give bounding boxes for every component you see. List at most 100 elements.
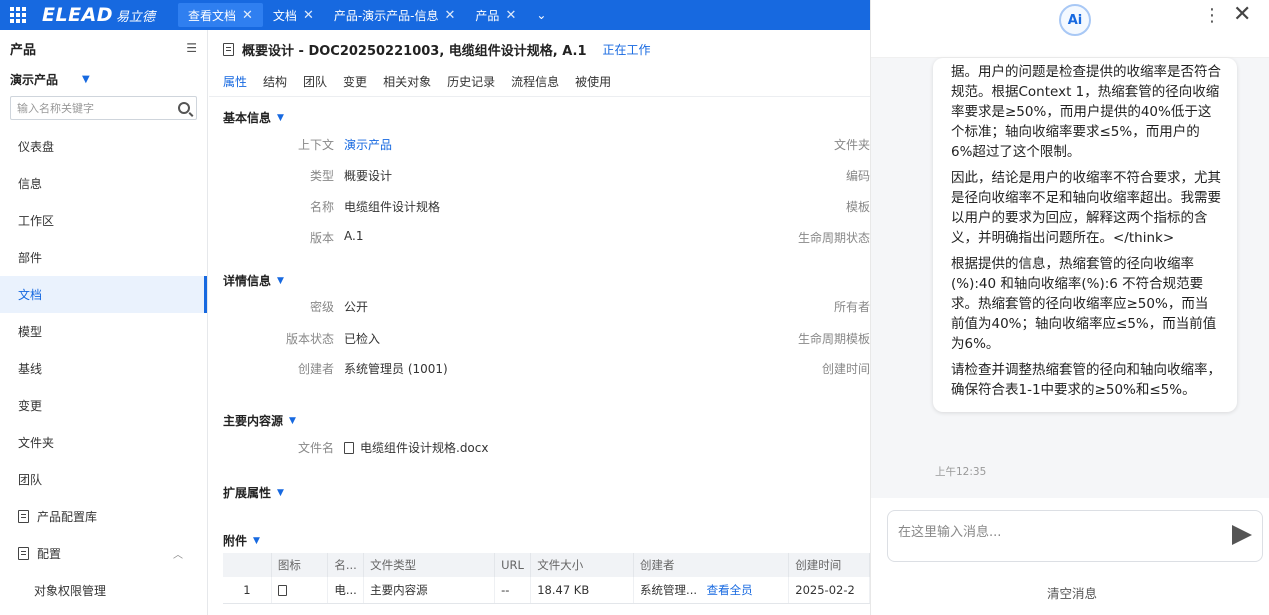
sidebar-item-baselines[interactable]: 基线 — [0, 350, 207, 387]
clear-messages-button[interactable]: 清空消息 — [1047, 583, 1097, 602]
file-icon — [277, 584, 287, 596]
document-icon — [18, 510, 29, 523]
column-header[interactable]: 名... — [327, 553, 365, 577]
field-label: 密级 — [309, 300, 334, 314]
status-badge: 正在工作 — [602, 43, 651, 57]
apps-grid-icon[interactable] — [0, 0, 36, 30]
close-icon[interactable]: ✕ — [242, 8, 253, 23]
tab-view-document[interactable]: 查看文档 ✕ — [178, 3, 263, 27]
field-value: 已检入 — [344, 332, 381, 346]
row-name[interactable]: 电... — [327, 577, 365, 604]
message-input-placeholder: 在这里输入消息... — [898, 525, 1002, 540]
tab-related-objects[interactable]: 相关对象 — [383, 73, 431, 98]
ai-logo-icon: Ai — [1059, 4, 1091, 36]
tab-label: 文档 — [272, 8, 297, 23]
tab-documents[interactable]: 文档 ✕ — [263, 0, 324, 30]
sidebar-item-product-config-library[interactable]: 产品配置库 — [0, 498, 207, 535]
column-header[interactable]: 文件大小 — [530, 553, 635, 577]
ai-assistant-panel: Ai ⋮ ✕ 据。用户的问题是检查提供的收缩率是否符合规范。根据Context … — [870, 0, 1269, 615]
assistant-message: 据。用户的问题是检查提供的收缩率是否符合规范。根据Context 1，热缩套管的… — [933, 58, 1237, 412]
column-header[interactable]: 文件类型 — [363, 553, 496, 577]
chevron-down-icon[interactable]: ⌄ — [526, 0, 556, 30]
field-name: 名称 电缆组件设计规格 — [209, 198, 440, 215]
close-icon[interactable]: ✕ — [445, 8, 456, 23]
chevron-down-icon: ▼ — [277, 112, 284, 123]
tab-workflow[interactable]: 流程信息 — [511, 73, 559, 98]
field-value: 概要设计 — [344, 169, 393, 183]
field-file-name: 文件名 电缆组件设计规格.docx — [209, 439, 489, 456]
column-header[interactable]: URL — [494, 553, 532, 577]
tab-team[interactable]: 团队 — [303, 73, 327, 98]
document-icon — [18, 547, 29, 560]
field-value: 公开 — [344, 300, 369, 314]
brand-logo[interactable]: ELEAD 易立德 — [36, 0, 178, 30]
tab-structure[interactable]: 结构 — [263, 73, 287, 98]
column-header[interactable]: 图标 — [271, 553, 329, 577]
message-paragraph: 请检查并调整热缩套管的径向和轴向收缩率，确保符合表1-1中要求的≥50%和≤5%… — [951, 362, 1221, 398]
sidebar-item-documents[interactable]: 文档 — [0, 276, 207, 313]
field-version-state: 版本状态 已检入 — [209, 330, 380, 347]
sidebar-item-workspace[interactable]: 工作区 — [0, 202, 207, 239]
chevron-up-icon[interactable]: ︿ — [173, 546, 183, 561]
field-label: 版本 — [309, 231, 334, 245]
collapse-sidebar-icon[interactable]: ☰ — [186, 41, 197, 55]
sidebar-item-config[interactable]: 配置 ︿ — [0, 535, 207, 572]
chat-area: 据。用户的问题是检查提供的收缩率是否符合规范。根据Context 1，热缩套管的… — [871, 58, 1269, 498]
field-value: A.1 — [344, 229, 364, 243]
section-extended-attributes[interactable]: 扩展属性 ▼ — [223, 484, 284, 501]
tab-product-info[interactable]: 产品-演示产品-信息 ✕ — [324, 0, 466, 30]
sidebar-item-models[interactable]: 模型 — [0, 313, 207, 350]
section-basic-info[interactable]: 基本信息 ▼ — [223, 109, 284, 126]
view-all-link[interactable]: 查看全员 — [707, 583, 753, 597]
context-link[interactable]: 演示产品 — [344, 136, 392, 153]
sidebar-item-object-permissions[interactable]: 对象权限管理 — [0, 572, 207, 609]
sidebar-item-info[interactable]: 信息 — [0, 165, 207, 202]
table-row[interactable]: 1 电... 主要内容源 -- 18.47 KB 系统管理... 查看全员 20… — [223, 577, 870, 604]
search-input[interactable]: 输入名称关键字 — [17, 100, 94, 116]
file-name: 电缆组件设计规格.docx — [360, 441, 489, 455]
close-icon[interactable]: ✕ — [303, 8, 314, 23]
tab-label: 产品 — [475, 8, 500, 23]
tab-label: 查看文档 — [188, 8, 237, 23]
brand-name-cn: 易立德 — [116, 9, 156, 25]
file-icon — [344, 441, 354, 454]
chevron-down-icon: ▼ — [277, 275, 284, 286]
sidebar-item-folders[interactable]: 文件夹 — [0, 424, 207, 461]
sidebar-item-changes[interactable]: 变更 — [0, 387, 207, 424]
message-paragraph: 据。用户的问题是检查提供的收缩率是否符合规范。根据Context 1，热缩套管的… — [951, 64, 1221, 160]
row-creator: 系统管理... — [640, 582, 698, 597]
message-input[interactable]: 在这里输入消息... — [887, 510, 1263, 562]
column-header[interactable]: 创建时间 — [788, 553, 870, 577]
chevron-down-icon: ▼ — [289, 415, 296, 426]
tab-changes[interactable]: 变更 — [343, 73, 367, 98]
column-header[interactable]: 创建者 — [633, 553, 790, 577]
section-detail-info[interactable]: 详情信息 ▼ — [223, 272, 284, 289]
file-link[interactable]: 电缆组件设计规格.docx — [344, 439, 488, 456]
message-paragraph: 根据提供的信息，热缩套管的径向收缩率(%):40 和轴向收缩率(%):6 不符合… — [951, 256, 1217, 352]
tab-used-by[interactable]: 被使用 — [575, 73, 611, 98]
sidebar-item-parts[interactable]: 部件 — [0, 239, 207, 276]
section-attachments[interactable]: 附件 ▼ — [223, 532, 260, 549]
field-label: 文件名 — [297, 441, 334, 455]
field-label-owner: 所有者 — [833, 300, 870, 314]
row-url: -- — [494, 577, 532, 604]
send-icon[interactable] — [1232, 525, 1252, 545]
sidebar-search[interactable]: 输入名称关键字 — [10, 96, 197, 120]
product-selector[interactable]: 演示产品 ▼ — [0, 66, 207, 92]
close-icon[interactable]: ✕ — [505, 8, 516, 23]
row-icon-cell — [271, 577, 329, 604]
sidebar-item-team[interactable]: 团队 — [0, 461, 207, 498]
field-secret-level: 密级 公开 — [209, 298, 368, 315]
section-main-content-source[interactable]: 主要内容源 ▼ — [223, 412, 296, 429]
section-title: 基本信息 — [223, 111, 272, 125]
field-label: 创建者 — [297, 362, 334, 376]
tab-product[interactable]: 产品 ✕ — [465, 0, 526, 30]
tab-history[interactable]: 历史记录 — [447, 73, 495, 98]
close-icon[interactable]: ✕ — [1233, 2, 1251, 27]
section-title: 扩展属性 — [223, 486, 272, 500]
sidebar-item-label: 基线 — [18, 362, 43, 376]
more-options-icon[interactable]: ⋮ — [1203, 6, 1221, 26]
tab-attributes[interactable]: 属性 — [223, 73, 248, 98]
sidebar-item-dashboard[interactable]: 仪表盘 — [0, 128, 207, 165]
search-icon[interactable] — [178, 102, 190, 114]
